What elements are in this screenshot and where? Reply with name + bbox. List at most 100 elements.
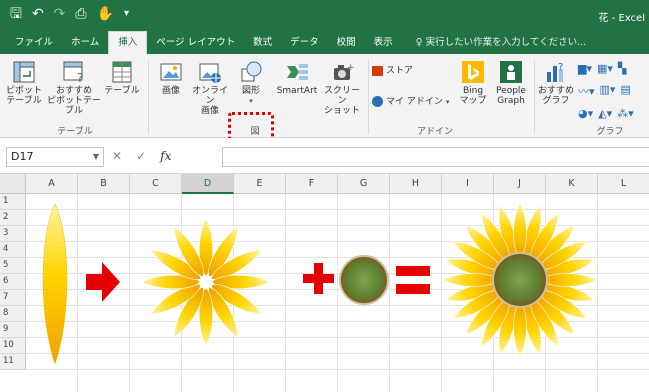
online-picture-button[interactable]: オンライン 画像	[190, 60, 230, 116]
ribbon-separator	[534, 60, 535, 134]
tab-review[interactable]: 校閲	[328, 32, 365, 54]
tab-insert[interactable]: 挿入	[108, 31, 148, 54]
undo-icon[interactable]: ↶	[32, 6, 44, 22]
chevron-down-icon[interactable]: ▼	[93, 148, 99, 166]
arrow-shape	[86, 262, 120, 302]
touch-mode-icon[interactable]: ✋	[97, 6, 114, 22]
recommended-pivot-icon: ?	[62, 60, 86, 85]
picture-label: 画像	[161, 86, 180, 96]
recommended-charts-icon: ?	[544, 60, 568, 84]
formula-bar-buttons: ✕ ✓ fx	[112, 149, 171, 163]
equals-bottom-shape	[396, 284, 430, 294]
store-icon	[372, 66, 383, 76]
my-addins-icon	[372, 96, 383, 107]
area-chart-icon[interactable]: ◭▾	[598, 107, 612, 120]
smartart-icon	[285, 60, 309, 84]
people-graph-icon	[499, 60, 523, 84]
bing-maps-button[interactable]: Bing マップ	[456, 60, 490, 106]
petal-shape	[513, 301, 527, 358]
pivot-table-icon	[12, 60, 36, 84]
store-label: ストア	[386, 66, 414, 76]
insert-function-icon[interactable]: fx	[160, 149, 171, 163]
customize-qat-icon[interactable]: ▾	[124, 6, 129, 22]
group-label-illustrations: 図	[250, 127, 260, 137]
cancel-icon[interactable]: ✕	[112, 149, 122, 163]
plus-shape	[303, 263, 334, 294]
petal-shape	[513, 202, 527, 259]
column-chart-icon[interactable]: ▆▾	[578, 62, 592, 75]
people-graph-button[interactable]: People Graph	[492, 60, 530, 106]
scatter-chart-icon[interactable]: ⁂▾	[617, 107, 634, 120]
print-preview-icon[interactable]: ⎙	[75, 6, 86, 22]
tab-page-layout[interactable]: ページ レイアウト	[147, 32, 244, 54]
online-picture-label: オンライン 画像	[191, 86, 228, 116]
save-icon[interactable]: 🖫	[10, 6, 22, 22]
ribbon-separator	[368, 60, 369, 134]
ribbon: ピボット テーブル ? おすすめ ピボットテーブル テーブル テーブル 画像 オ…	[0, 54, 649, 162]
recommended-charts-button[interactable]: ? おすすめ グラフ	[536, 60, 576, 106]
online-picture-icon	[198, 60, 222, 84]
petal-shape	[442, 273, 499, 287]
tab-file[interactable]: ファイル	[6, 32, 62, 54]
svg-text:?: ?	[558, 62, 563, 73]
table-button[interactable]: テーブル	[104, 60, 140, 96]
bing-maps-label: Bing マップ	[459, 86, 487, 106]
petal-ring-shape	[141, 217, 271, 347]
redo-icon[interactable]: ↷	[54, 6, 66, 22]
tab-home[interactable]: ホーム	[62, 32, 108, 54]
tab-data[interactable]: データ	[281, 32, 328, 54]
store-button[interactable]: ストア	[372, 66, 432, 76]
pivot-table-button[interactable]: ピボット テーブル	[4, 60, 44, 106]
sunflower-shape	[442, 202, 598, 358]
shapes-button[interactable]: 図形 ▾	[232, 60, 270, 106]
table-label: テーブル	[104, 86, 140, 96]
smartart-button[interactable]: SmartArt	[274, 60, 320, 96]
window-title: 花 - Excel	[598, 13, 645, 24]
tab-view[interactable]: 表示	[365, 32, 402, 54]
svg-text:+: +	[347, 63, 354, 73]
group-label-tables: テーブル	[57, 127, 93, 137]
my-addins-button[interactable]: マイ アドイン ▾	[372, 96, 454, 107]
chevron-down-icon: ▾	[445, 97, 450, 106]
ribbon-separator	[148, 60, 149, 134]
waterfall-chart-icon[interactable]: ▚	[618, 62, 626, 75]
bing-icon	[461, 60, 485, 84]
group-label-charts: グラフ	[596, 127, 624, 137]
tell-me-search[interactable]: ♀ 実行したい作業を入力してください...	[402, 32, 595, 54]
ribbon-tabs: ファイル ホーム 挿入 ページ レイアウト 数式 データ 校閲 表示 ♀ 実行し…	[0, 30, 649, 54]
picture-button[interactable]: 画像	[154, 60, 188, 96]
tab-formulas[interactable]: 数式	[244, 32, 281, 54]
svg-text:?: ?	[77, 71, 83, 84]
formula-bar: D17 ▼ ✕ ✓ fx	[0, 138, 649, 174]
quick-access-toolbar: 🖫 ↶ ↷ ⎙ ✋ ▾	[10, 6, 129, 22]
shapes-icon	[239, 60, 263, 84]
recommended-pivot-button[interactable]: ? おすすめ ピボットテーブル	[46, 60, 102, 116]
pie-chart-icon[interactable]: ◕▾	[578, 107, 593, 120]
screenshot-label: スクリーン ショット	[323, 86, 360, 116]
my-addins-label: マイ アドイン	[386, 96, 443, 107]
sunflower-center-shape	[492, 252, 548, 308]
hierarchy-chart-icon[interactable]: ▦▾	[597, 62, 613, 75]
recommended-charts-label: おすすめ グラフ	[537, 86, 574, 106]
line-chart-icon[interactable]: 〰▾	[578, 83, 595, 99]
group-label-addins: アドイン	[416, 127, 453, 137]
enter-icon[interactable]: ✓	[136, 149, 146, 163]
single-petal-shape	[42, 203, 68, 365]
formula-input[interactable]	[222, 147, 649, 167]
recommended-pivot-label: おすすめ ピボットテーブル	[46, 86, 101, 116]
chevron-down-icon: ▾	[249, 97, 253, 105]
statistic-chart-icon[interactable]: ▥▾	[600, 83, 616, 99]
name-box-value: D17	[11, 150, 34, 163]
combo-chart-icon[interactable]: ▤	[620, 83, 630, 99]
name-box[interactable]: D17 ▼	[6, 147, 104, 167]
smartart-label: SmartArt	[276, 86, 318, 96]
flower-illustration	[42, 202, 598, 365]
screenshot-button[interactable]: + スクリーン ショット	[320, 60, 364, 116]
pivot-table-label: ピボット テーブル	[5, 86, 42, 106]
title-bar: 🖫 ↶ ↷ ⎙ ✋ ▾ 花 - Excel	[0, 0, 649, 30]
picture-icon	[159, 60, 183, 84]
chart-type-buttons: ▆▾ ▦▾ ▚ 〰▾ ▥▾ ▤ ◕▾ ◭▾ ⁂▾	[578, 62, 649, 120]
camera-icon: +	[330, 60, 355, 84]
equals-top-shape	[396, 266, 430, 276]
petal-shape	[541, 273, 598, 287]
